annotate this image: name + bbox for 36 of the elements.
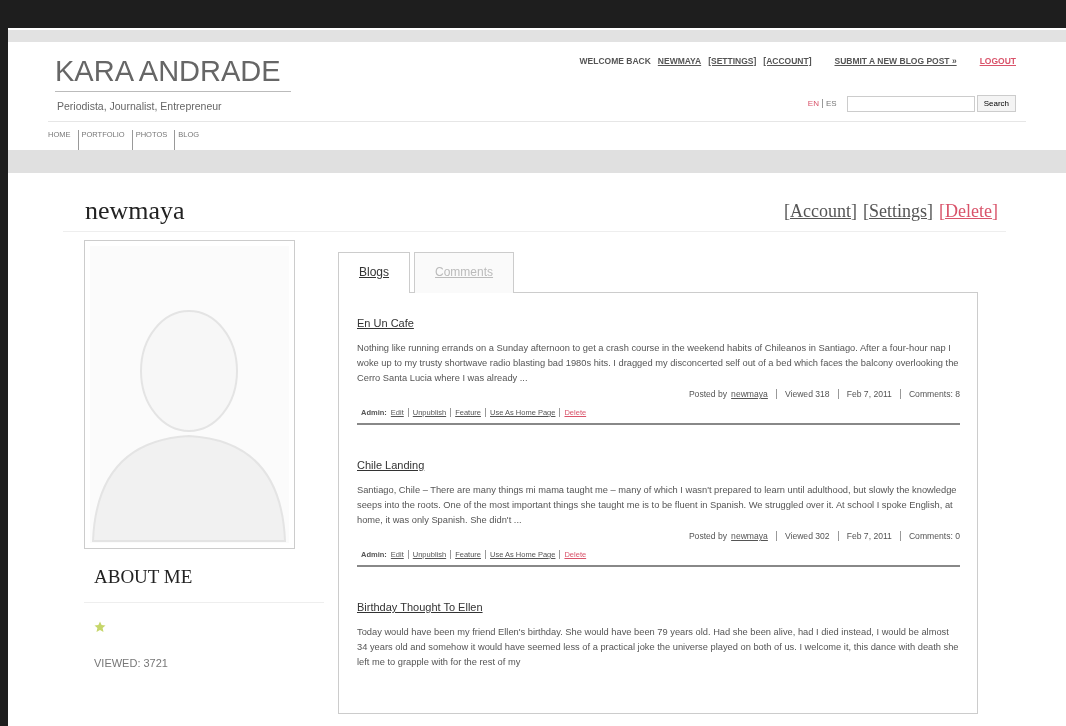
post-title[interactable]: Birthday Thought To Ellen [357, 601, 483, 613]
username-heading: newmaya [85, 196, 185, 226]
profile-link[interactable]: [Account] [784, 200, 858, 222]
post-title[interactable]: Chile Landing [357, 459, 425, 471]
site-title[interactable]: KARA ANDRADE [55, 55, 291, 92]
star-icon [94, 621, 106, 633]
post-excerpt: Nothing like running errands on a Sunday afternoon to get a crash course in the weekend habits of Chileanos in Santiago. After a four-hour nap I woke up to my trusty shortwave radio blasting bad 1980s hits. I dragged my disconcerted self out of a bed which faces the balcony overlooking the Cerro Santa Lucia where I was already ... [357, 342, 960, 385]
post-meta: Feb 7, 2011 [837, 389, 892, 399]
post-meta: Viewed 318 [775, 389, 830, 399]
post-excerpt: Today would have been my friend Ellen's birthday. She would have been 79 years old. Had she been alive, had I died instead, I would be almost 34 years old and somehow it would have seemed less of a practical joke the universe played on both of us. I welcome it, this dance with death she left me to grapple with for the rest of my [357, 626, 960, 669]
site-tagline: Periodista, Journalist, Entrepreneur [57, 100, 223, 112]
author-link[interactable]: newmaya [731, 389, 768, 399]
search-field[interactable] [846, 95, 975, 112]
post-meta: Feb 7, 2011 [837, 531, 892, 541]
post-meta: Comments: 8 [899, 389, 960, 399]
header-link[interactable]: SUBMIT A NEW BLOG POST » [834, 56, 957, 66]
about-heading: ABOUT ME [94, 566, 194, 588]
author-link[interactable]: newmaya [731, 531, 768, 541]
post-meta: Viewed 302 [775, 531, 830, 541]
language-link[interactable]: ES [821, 99, 837, 108]
welcome-text: WELCOME BACK [579, 56, 651, 66]
post-title[interactable]: En Un Cafe [357, 317, 414, 329]
profile-link[interactable]: [Delete] [939, 200, 998, 222]
view-count: VIEWED: 3721 [94, 657, 169, 669]
posted-by-text: Posted by [688, 389, 728, 399]
language-link[interactable]: EN [807, 99, 819, 108]
header-link[interactable]: [ACCOUNT] [763, 56, 812, 66]
post-excerpt: Santiago, Chile – There are many things mi mama taught me – many of which I wasn't prepared to learn until adulthood, but slowly the knowledge seeps into the roots. One of the most important things she taught me is to be fluent in Spanish. We struggled over it. At school I spoke English, at home, it was only Spanish. She didn't ... [357, 484, 958, 527]
tab[interactable]: Blogs [338, 252, 411, 293]
post-meta: Comments: 0 [899, 531, 960, 541]
header-link[interactable]: [SETTINGS] [708, 56, 757, 66]
profile-link[interactable]: [Settings] [863, 200, 934, 222]
search-button[interactable]: Search [976, 95, 1016, 112]
header-link[interactable]: LOGOUT [979, 56, 1016, 66]
posted-by-text: Posted by [688, 531, 728, 541]
header-link[interactable]: NEWMAYA [657, 56, 702, 66]
